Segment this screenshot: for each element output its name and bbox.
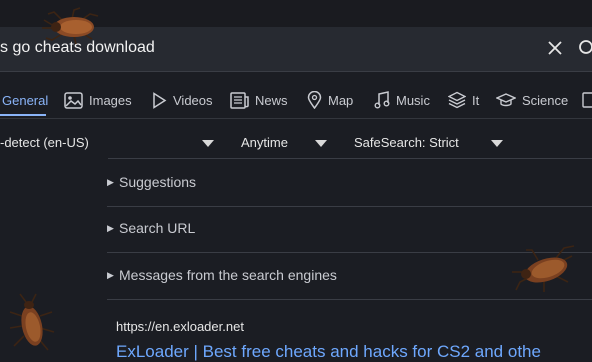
- tab-label: News: [255, 92, 288, 108]
- filters-divider: [108, 158, 592, 159]
- tab-label: General: [2, 92, 49, 108]
- chevron-down-icon[interactable]: [202, 140, 214, 147]
- chevron-down-icon[interactable]: [491, 140, 503, 147]
- map-pin-icon: [307, 91, 322, 109]
- tabs-divider: [0, 118, 592, 119]
- clear-icon[interactable]: [546, 38, 564, 58]
- graduation-cap-icon: [496, 93, 516, 107]
- tab-label: Videos: [173, 92, 213, 108]
- tab-news[interactable]: News: [230, 86, 288, 114]
- tab-videos[interactable]: Videos: [152, 86, 213, 114]
- tab-it[interactable]: It: [448, 86, 479, 114]
- tab-label: Science: [522, 92, 569, 108]
- result-title-link[interactable]: ExLoader | Best free cheats and hacks fo…: [116, 342, 541, 362]
- search-icon[interactable]: [578, 39, 592, 57]
- tab-label: Images: [89, 92, 132, 108]
- section-label: Messages from the search engines: [119, 267, 337, 283]
- time-range-select[interactable]: Anytime: [241, 135, 288, 150]
- layers-icon: [448, 91, 466, 109]
- cockroach-icon: [512, 245, 575, 292]
- files-icon: [582, 92, 592, 108]
- play-icon: [153, 91, 167, 109]
- music-icon: [374, 91, 390, 109]
- tab-images[interactable]: Images: [64, 86, 132, 114]
- tab-label: Map: [328, 92, 354, 108]
- section-label: Suggestions: [119, 174, 197, 190]
- cockroach-icon: [9, 293, 55, 351]
- suggestions-section[interactable]: ▶ Suggestions: [107, 160, 592, 207]
- triangle-right-icon: ▶: [107, 223, 114, 233]
- tab-general[interactable]: General: [2, 86, 48, 114]
- chevron-down-icon[interactable]: [315, 140, 327, 147]
- active-tab-indicator: [0, 114, 46, 116]
- tab-label: Music: [396, 92, 430, 108]
- triangle-right-icon: ▶: [107, 177, 114, 187]
- tab-map[interactable]: Map: [307, 86, 353, 114]
- cockroach-icon: [42, 7, 99, 45]
- tab-label: It: [472, 92, 480, 108]
- section-label: Search URL: [119, 220, 196, 236]
- safesearch-select[interactable]: SafeSearch: Strict: [354, 135, 459, 150]
- language-select[interactable]: -detect (en-US): [0, 135, 89, 150]
- newspaper-icon: [230, 91, 249, 109]
- triangle-right-icon: ▶: [107, 270, 114, 280]
- tab-science[interactable]: Science: [496, 86, 568, 114]
- category-tabs: General Images Videos News Map Music It …: [0, 86, 592, 116]
- search-filters: -detect (en-US) Anytime SafeSearch: Stri…: [0, 126, 592, 158]
- tab-more[interactable]: [582, 86, 592, 114]
- tab-music[interactable]: Music: [374, 86, 430, 114]
- image-icon: [64, 91, 83, 109]
- result-url[interactable]: https://en.exloader.net: [116, 319, 244, 334]
